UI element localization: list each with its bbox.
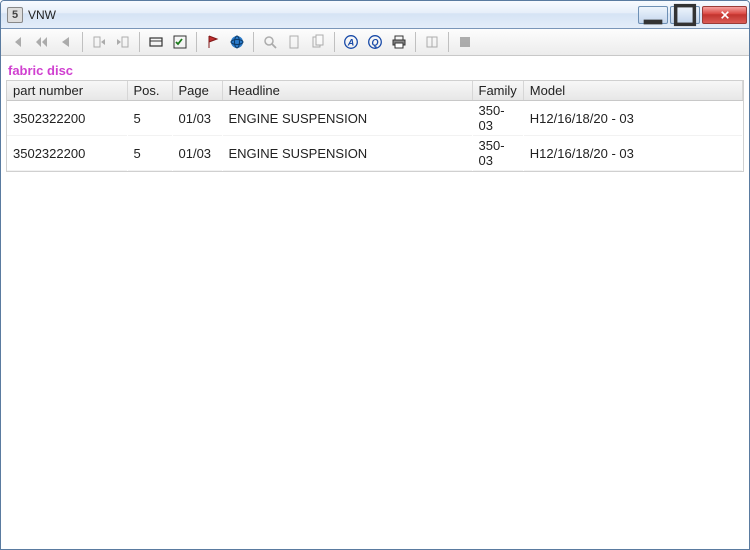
toolbar: A Q: [1, 29, 749, 56]
cell-model: H12/16/18/20 - 03: [523, 101, 742, 136]
nav-prev-fast-button[interactable]: [31, 31, 53, 53]
zoom-button[interactable]: [259, 31, 281, 53]
col-page[interactable]: Page: [172, 81, 222, 101]
close-button[interactable]: [702, 6, 747, 24]
toolbar-separator: [82, 32, 83, 52]
maximize-button[interactable]: [670, 6, 700, 24]
toolbar-separator: [253, 32, 254, 52]
cell-page: 01/03: [172, 136, 222, 171]
col-pos[interactable]: Pos.: [127, 81, 172, 101]
close-icon: [719, 10, 731, 20]
globe-button[interactable]: [226, 31, 248, 53]
print-button[interactable]: [388, 31, 410, 53]
checklist-button[interactable]: [169, 31, 191, 53]
toolbar-separator: [196, 32, 197, 52]
book-button[interactable]: [421, 31, 443, 53]
letter-q-button[interactable]: Q: [364, 31, 386, 53]
cell-pos: 5: [127, 101, 172, 136]
toolbar-separator: [415, 32, 416, 52]
svg-text:Q: Q: [371, 38, 378, 48]
col-model[interactable]: Model: [523, 81, 742, 101]
results-table-wrap: part number Pos. Page Headline Family Mo…: [6, 80, 744, 172]
cell-headline[interactable]: ENGINE SUSPENSION: [222, 136, 472, 171]
flag-button[interactable]: [202, 31, 224, 53]
table-row[interactable]: 3502322200501/03ENGINE SUSPENSION350-03H…: [7, 136, 743, 171]
page1-button[interactable]: [283, 31, 305, 53]
col-family[interactable]: Family: [472, 81, 523, 101]
results-table: part number Pos. Page Headline Family Mo…: [7, 81, 743, 171]
minimize-button[interactable]: [638, 6, 668, 24]
stop-button[interactable]: [454, 31, 476, 53]
cell-part: 3502322200: [7, 101, 127, 136]
card-button[interactable]: [145, 31, 167, 53]
window-title: VNW: [28, 8, 638, 22]
toolbar-separator: [448, 32, 449, 52]
cell-part: 3502322200: [7, 136, 127, 171]
svg-text:A: A: [347, 38, 355, 48]
cell-headline[interactable]: ENGINE SUSPENSION: [222, 101, 472, 136]
cell-page: 01/03: [172, 101, 222, 136]
record-prev-button[interactable]: [88, 31, 110, 53]
toolbar-separator: [334, 32, 335, 52]
nav-prev-button[interactable]: [55, 31, 77, 53]
record-next-button[interactable]: [112, 31, 134, 53]
toolbar-separator: [139, 32, 140, 52]
app-icon: 5: [7, 7, 23, 23]
cell-family: 350-03: [472, 136, 523, 171]
col-headline[interactable]: Headline: [222, 81, 472, 101]
nav-first-button[interactable]: [7, 31, 29, 53]
cell-family: 350-03: [472, 101, 523, 136]
minimize-icon: [639, 1, 667, 29]
table-row[interactable]: 3502322200501/03ENGINE SUSPENSION350-03H…: [7, 101, 743, 136]
maximize-icon: [671, 1, 699, 29]
header-row: part number Pos. Page Headline Family Mo…: [7, 81, 743, 101]
cell-pos: 5: [127, 136, 172, 171]
content-area: fabric disc part number Pos. Page Headli…: [1, 56, 749, 549]
letter-a-button[interactable]: A: [340, 31, 362, 53]
titlebar[interactable]: 5 VNW: [1, 1, 749, 29]
app-window: 5 VNW A Q: [0, 0, 750, 550]
page2-button[interactable]: [307, 31, 329, 53]
cell-model: H12/16/18/20 - 03: [523, 136, 742, 171]
col-part-number[interactable]: part number: [7, 81, 127, 101]
filter-label: fabric disc: [8, 63, 744, 78]
